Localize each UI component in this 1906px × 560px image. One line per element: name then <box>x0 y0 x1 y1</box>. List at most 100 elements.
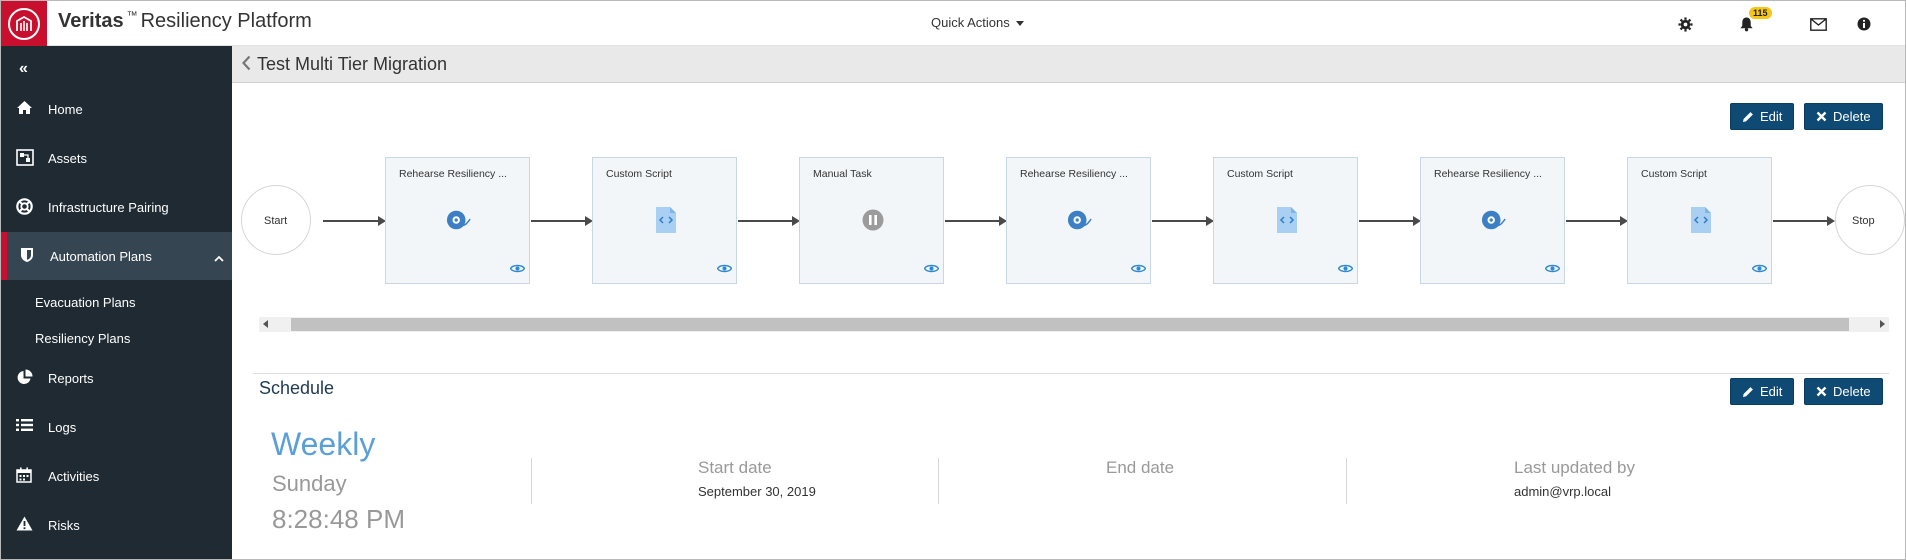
collapse-sidebar-icon[interactable]: « <box>19 60 28 78</box>
edit-label: Edit <box>1760 384 1783 399</box>
shield-icon <box>20 247 38 265</box>
notification-badge: 115 <box>1749 7 1772 19</box>
eye-icon[interactable] <box>1544 260 1561 278</box>
workflow-node-rehearse[interactable]: Rehearse Resiliency ... <box>1420 157 1565 284</box>
sidebar-item-label: Activities <box>48 468 100 484</box>
workflow-horizontal-scrollbar[interactable] <box>259 317 1889 332</box>
flow-arrow <box>531 216 593 226</box>
flow-arrow <box>1152 216 1214 226</box>
close-icon <box>1816 111 1827 122</box>
gear-icon[interactable] <box>1674 13 1696 35</box>
top-bar: Veritas ™ Resiliency Platform Quick Action… <box>1 1 1905 46</box>
script-file-icon <box>653 207 679 233</box>
schedule-day: Sunday <box>272 471 347 496</box>
rehearse-icon <box>1067 207 1093 233</box>
workflow-node-custom-script[interactable]: Custom Script <box>1213 157 1358 284</box>
node-title: Custom Script <box>606 168 672 180</box>
schedule-time: 8:28:48 PM <box>272 504 405 534</box>
workflow-node-manual-task[interactable]: Manual Task <box>799 157 944 284</box>
veritas-logo[interactable] <box>1 1 47 46</box>
sidebar-item-reports[interactable]: Reports <box>1 354 232 402</box>
node-title: Custom Script <box>1641 168 1707 180</box>
workflow-node-custom-script[interactable]: Custom Script <box>1627 157 1772 284</box>
sidebar-subitem-evacuation-plans[interactable]: Evacuation Plans <box>35 295 135 310</box>
flow-arrow <box>1773 216 1835 226</box>
scrollbar-thumb[interactable] <box>291 318 1849 331</box>
sidebar: « Home Assets Infrastructure Pairing Aut… <box>1 46 232 559</box>
sidebar-item-label: Home <box>48 101 83 117</box>
script-file-icon <box>1274 207 1300 233</box>
eye-icon[interactable] <box>1337 260 1354 278</box>
sidebar-item-label: Automation Plans <box>50 248 152 264</box>
stop-label: Stop <box>1852 215 1875 227</box>
eye-icon[interactable] <box>1751 260 1768 278</box>
page-header: Test Multi Tier Migration <box>232 46 1905 83</box>
rehearse-icon <box>446 207 472 233</box>
last-updated-label: Last updated by <box>1514 458 1635 477</box>
column-divider <box>531 458 532 504</box>
assets-icon <box>16 149 34 167</box>
script-file-icon <box>1688 207 1714 233</box>
workflow-delete-button[interactable]: Delete <box>1804 103 1883 130</box>
node-title: Rehearse Resiliency ... <box>399 168 507 180</box>
sidebar-item-infrastructure-pairing[interactable]: Infrastructure Pairing <box>1 183 232 231</box>
delete-label: Delete <box>1833 384 1871 399</box>
back-chevron-icon[interactable] <box>242 55 251 76</box>
flow-arrow <box>323 216 386 226</box>
sidebar-item-risks[interactable]: Risks <box>1 501 232 549</box>
sidebar-item-label: Reports <box>48 370 94 386</box>
sidebar-item-activities[interactable]: Activities <box>1 452 232 500</box>
edit-label: Edit <box>1760 109 1783 124</box>
warning-icon <box>16 516 34 534</box>
schedule-delete-button[interactable]: Delete <box>1804 378 1883 405</box>
flow-arrow <box>738 216 800 226</box>
chevron-up-icon <box>214 250 224 265</box>
page-title: Test Multi Tier Migration <box>257 54 448 74</box>
mail-icon[interactable] <box>1807 13 1829 35</box>
lifebuoy-icon <box>16 198 34 216</box>
sidebar-item-home[interactable]: Home <box>1 85 232 133</box>
app-title: Veritas ™ Resiliency Platform <box>58 10 312 33</box>
start-date-label: Start date <box>698 458 772 477</box>
info-icon[interactable] <box>1853 13 1875 35</box>
section-divider <box>253 373 1889 374</box>
scroll-left-icon[interactable] <box>263 320 268 328</box>
list-icon <box>16 418 34 436</box>
quick-actions-label: Quick Actions <box>931 15 1010 30</box>
scroll-right-icon[interactable] <box>1880 320 1885 328</box>
workflow-node-custom-script[interactable]: Custom Script <box>592 157 737 284</box>
delete-label: Delete <box>1833 109 1871 124</box>
eye-icon[interactable] <box>509 260 526 278</box>
sidebar-item-label: Risks <box>48 517 80 533</box>
node-title: Custom Script <box>1227 168 1293 180</box>
sidebar-item-label: Infrastructure Pairing <box>48 199 169 215</box>
pencil-icon <box>1743 111 1753 122</box>
logo-mark-icon <box>8 7 40 40</box>
workflow-edit-button[interactable]: Edit <box>1730 103 1795 130</box>
eye-icon[interactable] <box>716 260 733 278</box>
workflow-node-rehearse[interactable]: Rehearse Resiliency ... <box>1006 157 1151 284</box>
sidebar-item-assets[interactable]: Assets <box>1 134 232 182</box>
eye-icon[interactable] <box>1130 260 1147 278</box>
schedule-edit-button[interactable]: Edit <box>1730 378 1795 405</box>
schedule-frequency: Weekly <box>271 426 376 462</box>
column-divider <box>1346 458 1347 504</box>
home-icon <box>16 100 34 118</box>
sidebar-item-logs[interactable]: Logs <box>1 403 232 451</box>
brand-product: Resiliency Platform <box>140 10 312 32</box>
quick-actions-dropdown[interactable]: Quick Actions <box>931 15 1024 30</box>
pause-icon <box>860 207 886 233</box>
flow-arrow <box>945 216 1007 226</box>
node-title: Manual Task <box>813 168 872 180</box>
schedule-heading: Schedule <box>259 378 335 398</box>
start-date-value: September 30, 2019 <box>698 484 816 499</box>
eye-icon[interactable] <box>923 260 940 278</box>
brand-trademark: ™ <box>126 10 138 22</box>
workflow-node-rehearse[interactable]: Rehearse Resiliency ... <box>385 157 530 284</box>
end-date-label: End date <box>1106 458 1175 477</box>
sidebar-item-automation-plans[interactable]: Automation Plans <box>1 232 232 280</box>
node-title: Rehearse Resiliency ... <box>1434 168 1542 180</box>
last-updated-value: admin@vrp.local <box>1514 484 1612 499</box>
calendar-icon <box>16 467 34 485</box>
sidebar-subitem-resiliency-plans[interactable]: Resiliency Plans <box>35 331 130 346</box>
